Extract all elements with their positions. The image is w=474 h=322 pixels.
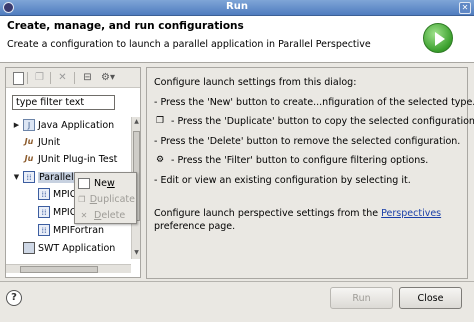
duplicate-icon: ❐ <box>155 116 165 126</box>
scroll-down-icon[interactable]: ▼ <box>133 249 140 257</box>
tree-item-swt-application[interactable]: SWT Application <box>21 240 115 256</box>
tree-item-label: MPIC <box>53 206 77 218</box>
duplicate-configuration-icon[interactable]: ❐ <box>33 71 46 84</box>
parallel-config-icon: ⁞⁞ <box>38 206 50 218</box>
scroll-up-icon[interactable]: ▲ <box>133 118 140 126</box>
help-perspective-line: Configure launch perspective settings fr… <box>154 208 442 219</box>
close-button[interactable]: Close <box>399 287 462 309</box>
tree-item-mpic-2[interactable]: ⁞⁞ MPIC <box>36 204 76 220</box>
collapse-icon[interactable]: ▼ <box>12 173 21 181</box>
help-panel: Configure launch settings from this dial… <box>146 67 474 279</box>
tree-item-label: MPIC <box>53 188 77 200</box>
swt-icon <box>23 242 35 254</box>
run-dialog: Run ✕ Create, manage, and run configurat… <box>0 0 474 322</box>
java-app-icon: J <box>23 119 35 131</box>
tree-horizontal-scrollbar[interactable] <box>6 264 131 273</box>
duplicate-icon: ❐ <box>78 195 86 204</box>
tree-item-label: Parallel <box>38 171 75 183</box>
dialog-banner: Create, manage, and run configurations C… <box>0 16 474 63</box>
tree-item-label: SWT Application <box>38 242 116 254</box>
help-line-duplicate: - Press the 'Duplicate' button to copy t… <box>171 116 474 127</box>
close-window-icon[interactable]: ✕ <box>459 2 471 14</box>
junit-plugin-icon: Ju <box>24 154 34 163</box>
window-title: Run <box>226 1 248 12</box>
tree-item-label: JUnit <box>38 136 61 148</box>
help-icon[interactable]: ? <box>6 290 22 306</box>
new-configuration-icon[interactable] <box>12 71 25 85</box>
delete-icon: ✕ <box>80 211 88 220</box>
help-perspective-suffix: preference page. <box>154 221 236 232</box>
delete-configuration-icon[interactable]: ✕ <box>56 71 69 84</box>
tree-item-parallel[interactable]: ▼ ⁞⁞ Parallel <box>12 169 75 185</box>
tree-item-junit[interactable]: Ju JUnit <box>21 134 60 150</box>
context-menu-duplicate[interactable]: ❐ Duplicate <box>77 192 135 207</box>
help-line-filter: - Press the 'Filter' button to configure… <box>171 155 429 166</box>
filter-icon: ⚙ <box>155 155 165 165</box>
context-menu: New ❐ Duplicate ✕ Delete <box>74 172 137 224</box>
parallel-icon: ⁞⁞ <box>23 171 35 183</box>
run-button[interactable]: Run <box>330 287 393 309</box>
tree-item-label: Java Application <box>38 119 115 131</box>
menu-item-label: New <box>94 178 115 189</box>
footer-divider <box>0 281 474 282</box>
collapse-all-icon[interactable]: ⊟ <box>81 71 94 84</box>
menu-item-label: Duplicate <box>89 194 135 205</box>
help-line-delete: - Press the 'Delete' button to remove th… <box>154 136 461 147</box>
tree-item-label: MPIFortran <box>53 224 105 236</box>
help-intro: Configure launch settings from this dial… <box>154 77 357 88</box>
filter-menu-icon[interactable]: ⚙▾ <box>98 71 118 84</box>
banner-subtitle: Create a configuration to launch a paral… <box>7 39 371 50</box>
tree-item-label: JUnit Plug-in Test <box>38 153 118 165</box>
banner-title: Create, manage, and run configurations <box>7 20 244 32</box>
new-icon <box>78 178 90 189</box>
parallel-config-icon: ⁞⁞ <box>38 224 50 236</box>
help-line-new: - Press the 'New' button to create...nfi… <box>154 97 474 108</box>
tree-item-java-application[interactable]: ▶ J Java Application <box>12 117 114 133</box>
title-bar[interactable]: Run ✕ <box>0 0 474 16</box>
expand-icon[interactable]: ▶ <box>12 121 21 129</box>
parallel-config-icon: ⁞⁞ <box>38 188 50 200</box>
filter-input[interactable] <box>12 95 115 110</box>
perspectives-link[interactable]: Perspectives <box>381 208 441 219</box>
run-banner-icon <box>423 23 453 53</box>
tree-item-junit-plugin-test[interactable]: Ju JUnit Plug-in Test <box>21 151 118 167</box>
tree-item-mpifortran[interactable]: ⁞⁞ MPIFortran <box>36 222 104 238</box>
context-menu-new[interactable]: New <box>77 176 135 191</box>
menu-item-label: Delete <box>94 210 126 221</box>
help-line-edit: - Edit or view an existing configuration… <box>154 175 411 186</box>
tree-toolbar: ❐ ✕ ⊟ ⚙▾ <box>6 68 140 88</box>
context-menu-delete[interactable]: ✕ Delete <box>77 208 135 223</box>
junit-icon: Ju <box>24 137 34 146</box>
tree-item-mpic-1[interactable]: ⁞⁞ MPIC <box>36 186 76 202</box>
scroll-thumb[interactable] <box>20 266 98 273</box>
